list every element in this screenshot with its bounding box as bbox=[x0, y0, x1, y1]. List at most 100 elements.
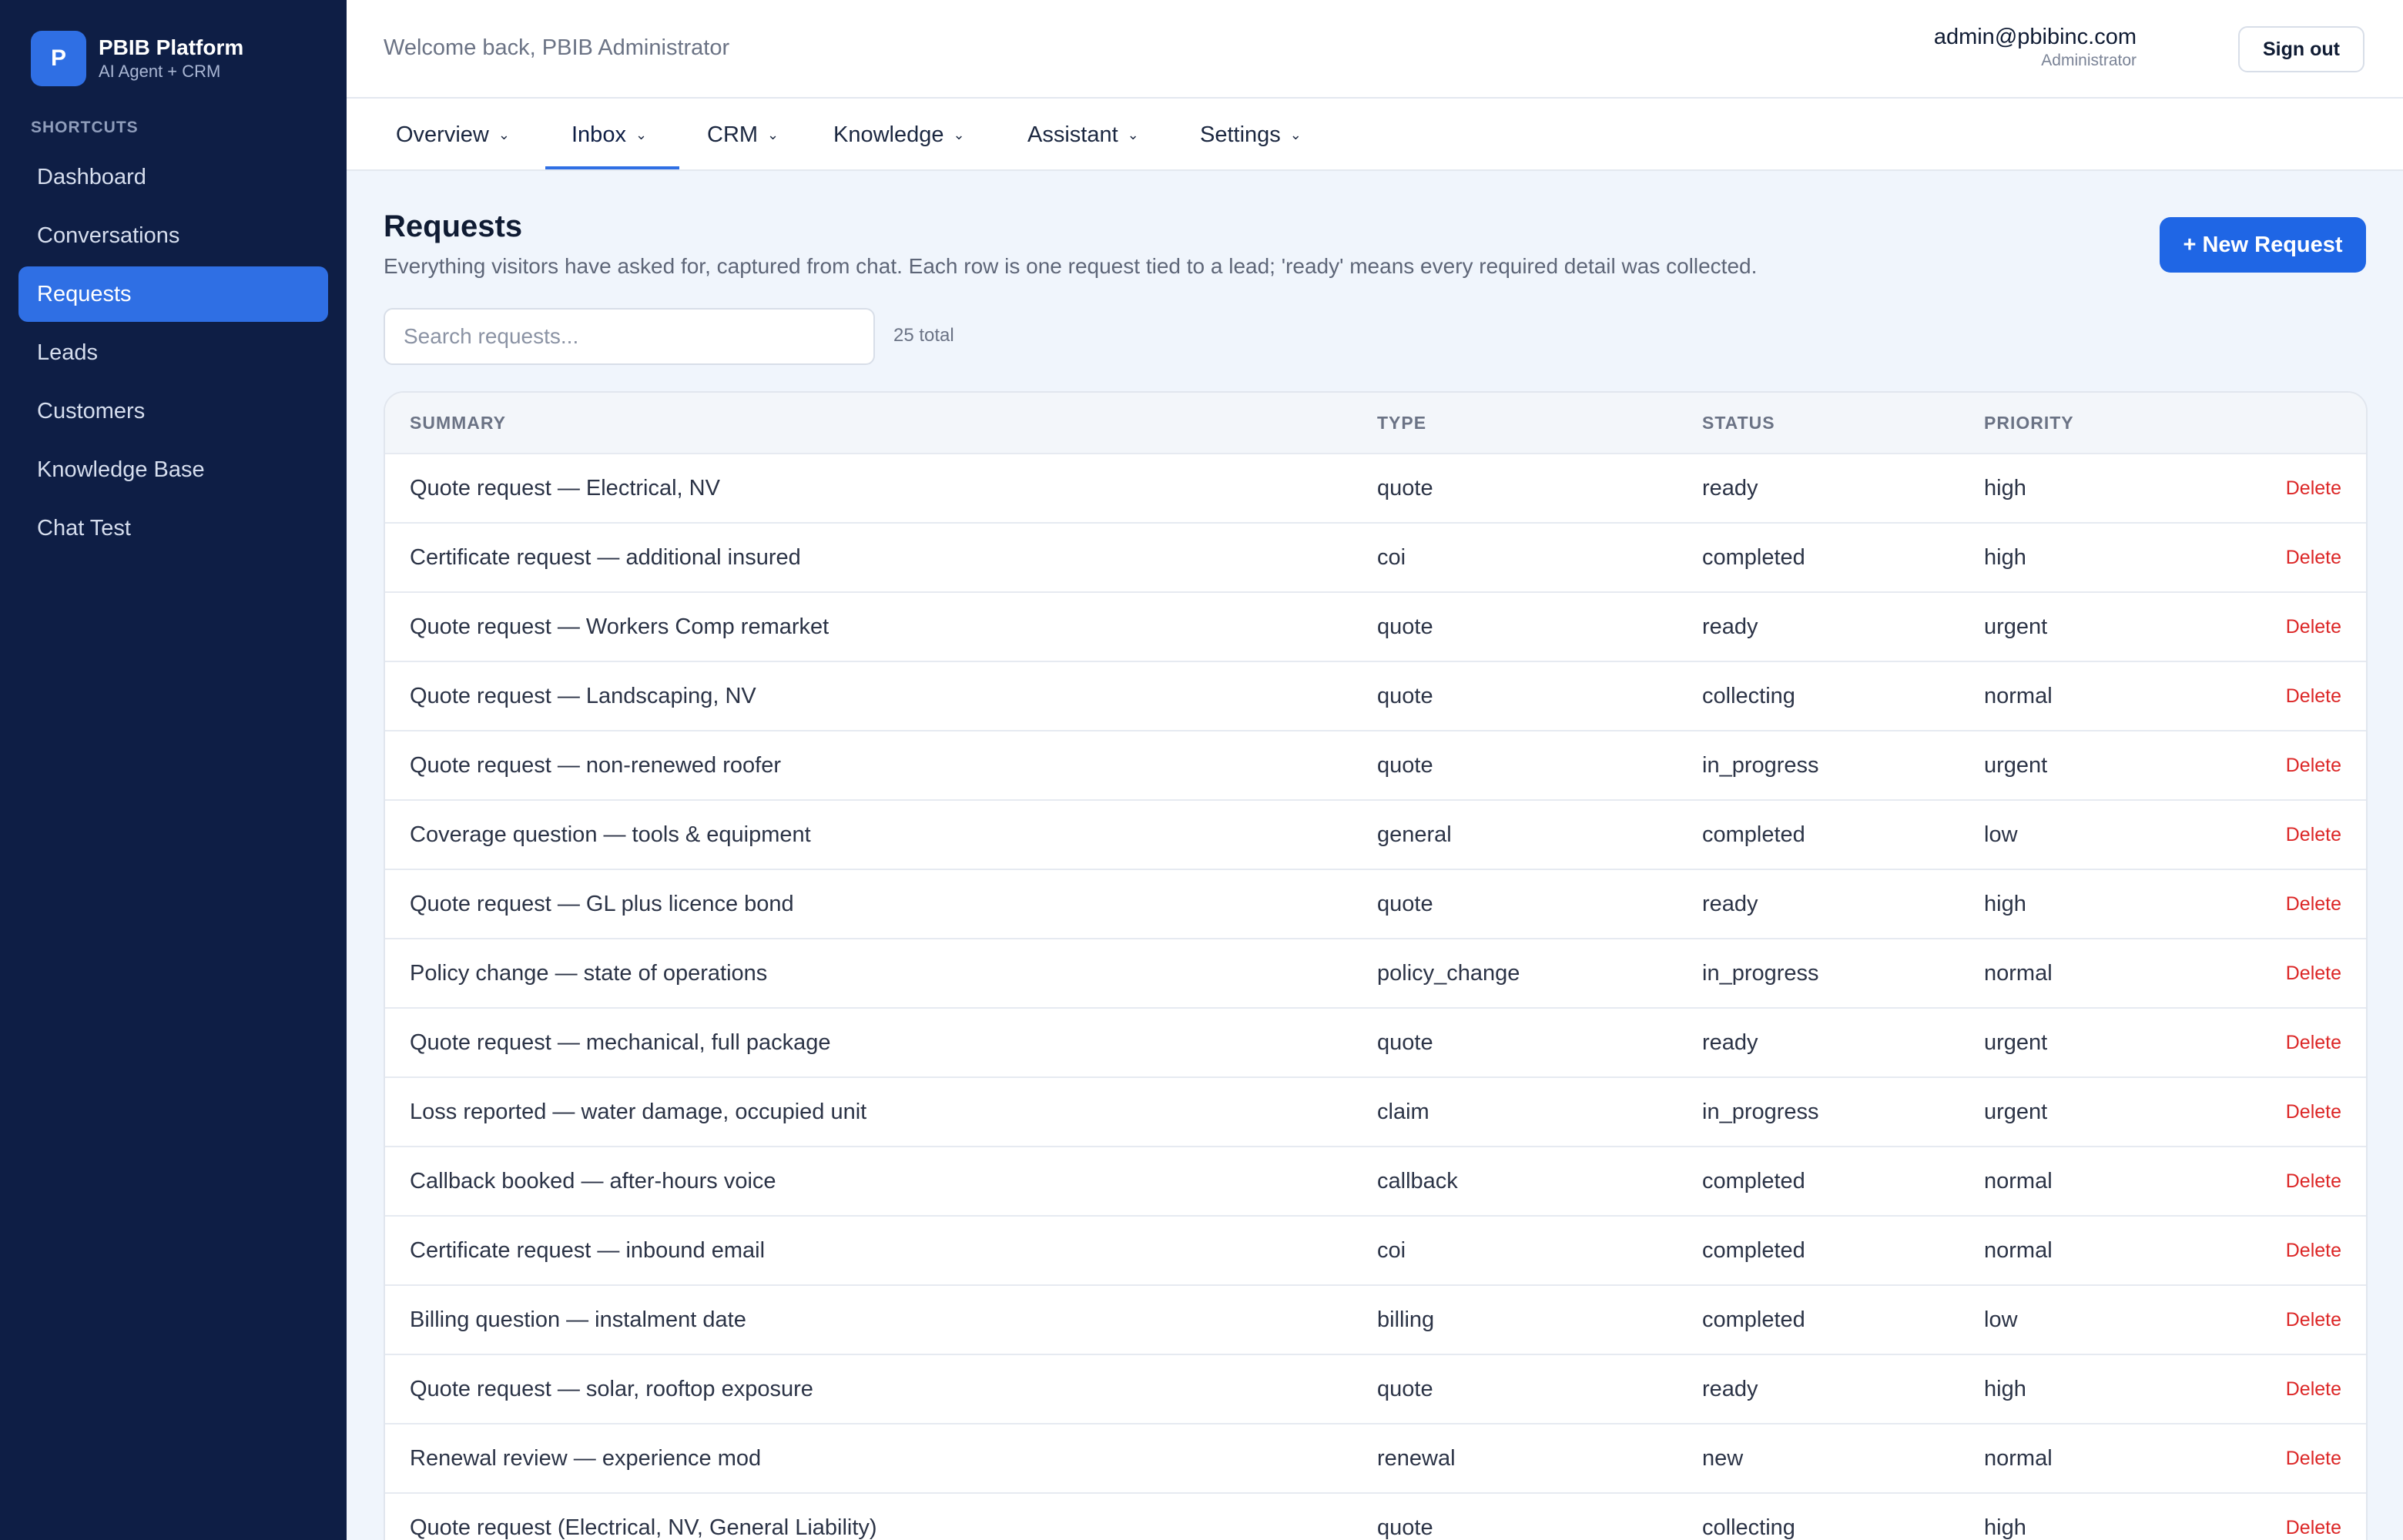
delete-button[interactable]: Delete bbox=[2286, 1448, 2341, 1470]
tab-knowledge[interactable]: Knowledge ⌄ bbox=[833, 99, 965, 171]
sidebar-item-customers[interactable]: Customers bbox=[18, 383, 328, 439]
delete-button[interactable]: Delete bbox=[2286, 1240, 2341, 1262]
tab-label: Overview bbox=[396, 122, 489, 147]
table-row[interactable]: Quote request — non-renewed roofer quote i… bbox=[385, 732, 2366, 801]
column-header-summary[interactable]: SUMMARY bbox=[410, 413, 506, 434]
priority-cell: urgent bbox=[1984, 614, 2048, 639]
tab-label: Inbox bbox=[571, 122, 626, 147]
tab-inbox[interactable]: Inbox ⌄ bbox=[571, 99, 647, 171]
sidebar-item-knowledge-base[interactable]: Knowledge Base bbox=[18, 442, 328, 497]
status-cell: collecting bbox=[1702, 1515, 1795, 1540]
sidebar-item-chat-test[interactable]: Chat Test bbox=[18, 500, 328, 556]
column-header-status[interactable]: STATUS bbox=[1702, 413, 1775, 434]
type-cell: quote bbox=[1377, 753, 1433, 778]
delete-button[interactable]: Delete bbox=[2286, 962, 2341, 985]
summary-cell: Policy change — state of operations bbox=[410, 961, 768, 986]
new-request-button[interactable]: + New Request bbox=[2160, 217, 2366, 273]
table-row[interactable]: Coverage question — tools & equipment gen… bbox=[385, 801, 2366, 870]
delete-button[interactable]: Delete bbox=[2286, 1309, 2341, 1331]
table-row[interactable]: Quote request — solar, rooftop exposure q… bbox=[385, 1355, 2366, 1424]
summary-cell: Quote request — Electrical, NV bbox=[410, 476, 720, 500]
page-title: Requests bbox=[384, 209, 523, 243]
summary-cell: Quote request — solar, rooftop exposure bbox=[410, 1377, 813, 1401]
table-header: SUMMARY TYPE STATUS PRIORITY bbox=[385, 393, 2366, 454]
priority-cell: normal bbox=[1984, 961, 2053, 986]
status-cell: completed bbox=[1702, 1307, 1805, 1332]
table-body: Quote request — Electrical, NV quote ready… bbox=[385, 454, 2366, 1540]
sidebar-item-dashboard[interactable]: Dashboard bbox=[18, 149, 328, 205]
delete-button[interactable]: Delete bbox=[2286, 755, 2341, 777]
shortcuts-label: SHORTCUTS bbox=[31, 119, 139, 136]
sidebar-item-conversations[interactable]: Conversations bbox=[18, 208, 328, 263]
table-row[interactable]: Quote request — GL plus licence bond quot… bbox=[385, 870, 2366, 939]
page-description: Everything visitors have asked for, capt… bbox=[384, 254, 1758, 278]
table-row[interactable]: Quote request — Landscaping, NV quote coll… bbox=[385, 662, 2366, 732]
delete-button[interactable]: Delete bbox=[2286, 547, 2341, 569]
sidebar-item-requests[interactable]: Requests bbox=[18, 266, 328, 322]
type-cell: quote bbox=[1377, 1377, 1433, 1401]
summary-cell: Quote request — Workers Comp remarket bbox=[410, 614, 829, 639]
user-email: admin@pbibinc.com bbox=[1933, 25, 2137, 49]
delete-button[interactable]: Delete bbox=[2286, 1170, 2341, 1193]
type-cell: quote bbox=[1377, 476, 1433, 500]
status-cell: ready bbox=[1702, 892, 1758, 916]
priority-cell: normal bbox=[1984, 1238, 2053, 1263]
table-row[interactable]: Loss reported — water damage, occupied u… bbox=[385, 1078, 2366, 1147]
type-cell: policy_change bbox=[1377, 961, 1520, 986]
brand-title: PBIB Platform bbox=[99, 35, 244, 59]
brand[interactable]: P PBIB Platform AI Agent + CRM bbox=[31, 31, 243, 86]
requests-table: SUMMARY TYPE STATUS PRIORITY Quote reque… bbox=[384, 391, 2368, 1540]
table-row[interactable]: Quote request (Electrical, NV, General L… bbox=[385, 1494, 2366, 1540]
delete-button[interactable]: Delete bbox=[2286, 1101, 2341, 1123]
table-row[interactable]: Certificate request — inbound email coi co… bbox=[385, 1217, 2366, 1286]
table-row[interactable]: Policy change — state of operations polic… bbox=[385, 939, 2366, 1009]
table-row[interactable]: Callback booked — after-hours voice callb… bbox=[385, 1147, 2366, 1217]
table-row[interactable]: Quote request — Electrical, NV quote ready… bbox=[385, 454, 2366, 524]
delete-button[interactable]: Delete bbox=[2286, 1032, 2341, 1054]
sidebar-item-leads[interactable]: Leads bbox=[18, 325, 328, 380]
type-cell: coi bbox=[1377, 1238, 1406, 1263]
column-header-type[interactable]: TYPE bbox=[1377, 413, 1426, 434]
brand-logo: P bbox=[31, 31, 86, 86]
table-row[interactable]: Certificate request — additional insured… bbox=[385, 524, 2366, 593]
table-row[interactable]: Billing question — instalment date billin… bbox=[385, 1286, 2366, 1355]
delete-button[interactable]: Delete bbox=[2286, 477, 2341, 500]
tab-settings[interactable]: Settings ⌄ bbox=[1200, 99, 1302, 171]
status-cell: in_progress bbox=[1702, 753, 1819, 778]
table-row[interactable]: Quote request — Workers Comp remarket quo… bbox=[385, 593, 2366, 662]
sign-out-button[interactable]: Sign out bbox=[2238, 26, 2364, 72]
table-row[interactable]: Renewal review — experience mod renewal ne… bbox=[385, 1424, 2366, 1494]
type-cell: quote bbox=[1377, 614, 1433, 639]
main-tabs: Overview ⌄ Inbox ⌄ CRM ⌄ Knowledge ⌄ Ass… bbox=[347, 99, 2403, 171]
search-input[interactable] bbox=[384, 308, 875, 365]
tab-label: CRM bbox=[707, 122, 759, 147]
user-role: Administrator bbox=[2041, 52, 2137, 69]
delete-button[interactable]: Delete bbox=[2286, 1378, 2341, 1401]
type-cell: quote bbox=[1377, 1515, 1433, 1540]
status-cell: completed bbox=[1702, 545, 1805, 570]
summary-cell: Quote request — mechanical, full package bbox=[410, 1030, 831, 1055]
welcome-text: Welcome back, PBIB Administrator bbox=[384, 35, 730, 60]
delete-button[interactable]: Delete bbox=[2286, 1517, 2341, 1539]
delete-button[interactable]: Delete bbox=[2286, 824, 2341, 846]
chevron-down-icon: ⌄ bbox=[635, 126, 648, 142]
chevron-down-icon: ⌄ bbox=[953, 126, 965, 142]
summary-cell: Coverage question — tools & equipment bbox=[410, 822, 811, 847]
tab-overview[interactable]: Overview ⌄ bbox=[396, 99, 510, 171]
status-cell: completed bbox=[1702, 1238, 1805, 1263]
tab-label: Knowledge bbox=[833, 122, 944, 147]
table-row[interactable]: Quote request — mechanical, full package… bbox=[385, 1009, 2366, 1078]
chevron-down-icon: ⌄ bbox=[1289, 126, 1302, 142]
delete-button[interactable]: Delete bbox=[2286, 685, 2341, 708]
delete-button[interactable]: Delete bbox=[2286, 616, 2341, 638]
tab-assistant[interactable]: Assistant ⌄ bbox=[1027, 99, 1139, 171]
priority-cell: high bbox=[1984, 545, 2026, 570]
delete-button[interactable]: Delete bbox=[2286, 893, 2341, 916]
tab-label: Assistant bbox=[1027, 122, 1118, 147]
top-header: Welcome back, PBIB Administrator admin@p… bbox=[347, 0, 2403, 99]
status-cell: in_progress bbox=[1702, 961, 1819, 986]
user-info: admin@pbibinc.com Administrator bbox=[1934, 23, 2137, 71]
tab-crm[interactable]: CRM ⌄ bbox=[707, 99, 779, 171]
column-header-priority[interactable]: PRIORITY bbox=[1984, 413, 2074, 434]
type-cell: quote bbox=[1377, 892, 1433, 916]
